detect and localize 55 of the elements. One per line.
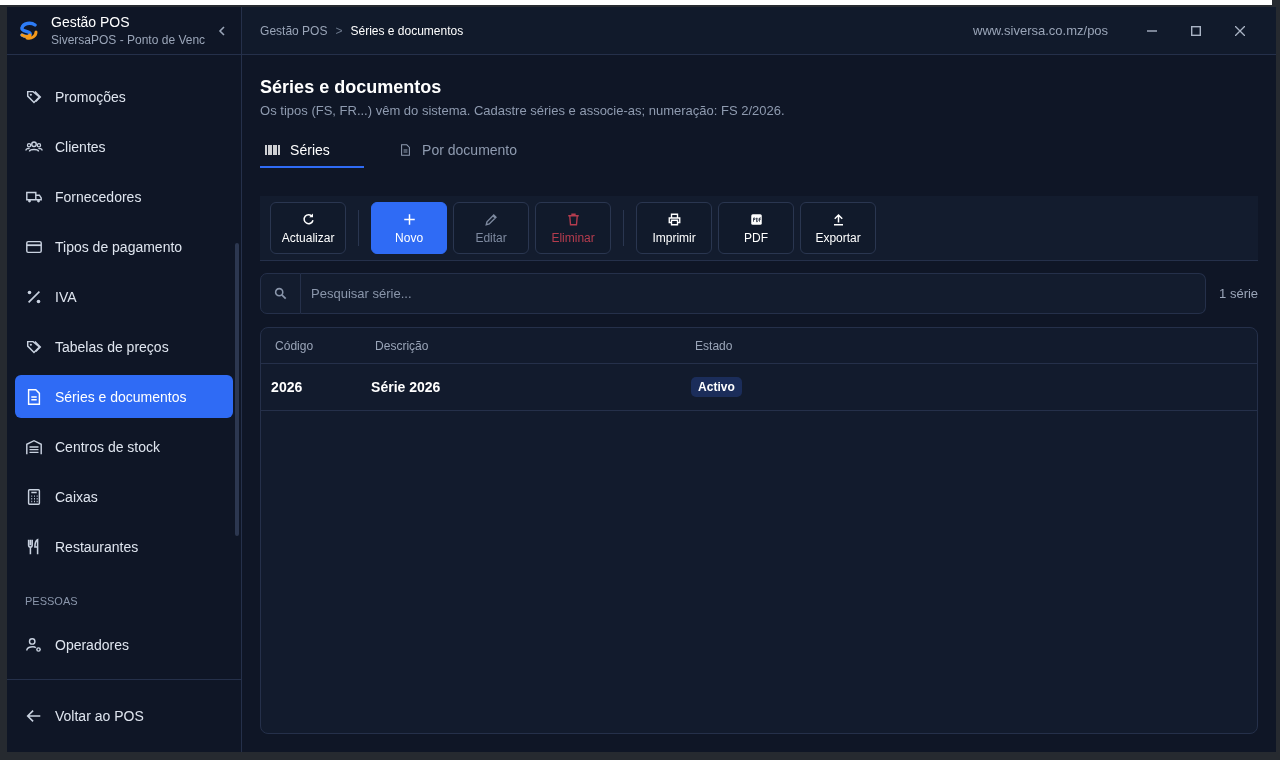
section-heading: PESSOAS [24,594,79,609]
sidebar-item[interactable]: Tabelas de preços [15,325,234,368]
sidebar-item[interactable]: Caixas [15,475,234,518]
column-header: Descrição [374,338,430,353]
search-field[interactable]: Pesquisar série... [301,273,1207,314]
column-header: Código [274,338,315,353]
sidebar-item[interactable]: Séries e documentos [15,375,234,418]
barcode-icon [265,145,281,155]
logo-icon [19,20,39,41]
document-icon [399,143,413,157]
sidebar-item[interactable]: Fornecedores [15,175,234,218]
sidebar-item[interactable]: Centros de stock [15,425,234,468]
refresh-icon [300,211,316,227]
document-icon [25,387,43,406]
maximize-icon [1191,25,1202,36]
app-subtitle: SiversaPOS - Ponto de Venc [51,33,206,47]
toolbar-button[interactable]: Exportar [800,202,877,254]
toolbar-button[interactable]: Actualizar [270,202,347,254]
close-icon [1235,25,1246,36]
sidebar-item[interactable]: Tipos de pagamento [15,225,234,268]
sidebar-item[interactable]: Clientes [15,125,234,168]
user-gear-icon [25,635,43,654]
app-title: Gestão POS [51,14,131,30]
pdf-icon [748,211,764,227]
back-button[interactable]: Voltar ao POS [7,679,242,752]
breadcrumb-link[interactable]: Gestão POS [260,23,328,38]
warehouse-icon [25,437,43,456]
table-cell-text: Série 2026 [370,379,442,395]
printer-icon [666,211,682,227]
tab[interactable]: Séries [260,134,365,168]
site-address: www.siversa.co.mz/pos [973,23,1109,38]
table-cell-text: 2026 [270,379,304,395]
calculator-icon [25,487,43,506]
toolbar-button[interactable]: Novo [371,202,448,254]
arrow-left-icon [25,707,43,725]
sidebar-item[interactable]: Operadores [15,623,234,666]
pencil-icon [483,211,499,227]
status-badge: Activo [691,377,742,397]
plus-icon [401,211,417,227]
collapse-icon[interactable] [217,24,228,37]
search-icon [260,273,302,314]
sidebar-item[interactable]: IVA [15,275,234,318]
result-count: 1 série [1219,286,1259,301]
tab[interactable]: Por documento [394,134,522,168]
breadcrumb-current: Séries e documentos [350,23,464,38]
toolbar-button[interactable]: Imprimir [636,202,713,254]
page-title: Séries e documentos [260,77,443,98]
scrollbar[interactable] [235,243,240,536]
column-header: Estado [694,338,734,353]
page-description: Os tipos (FS, FR...) vêm do sistema. Cadastre séries e associe-as; numeração: FS 2/2026. [260,103,786,118]
sidebar-item[interactable]: Promoções [15,75,234,118]
sidebar-item[interactable]: Restaurantes [15,525,234,568]
trash-icon [565,211,581,227]
toolbar-button[interactable]: PDF [718,202,795,254]
breadcrumb-separator-icon: > [335,23,343,38]
